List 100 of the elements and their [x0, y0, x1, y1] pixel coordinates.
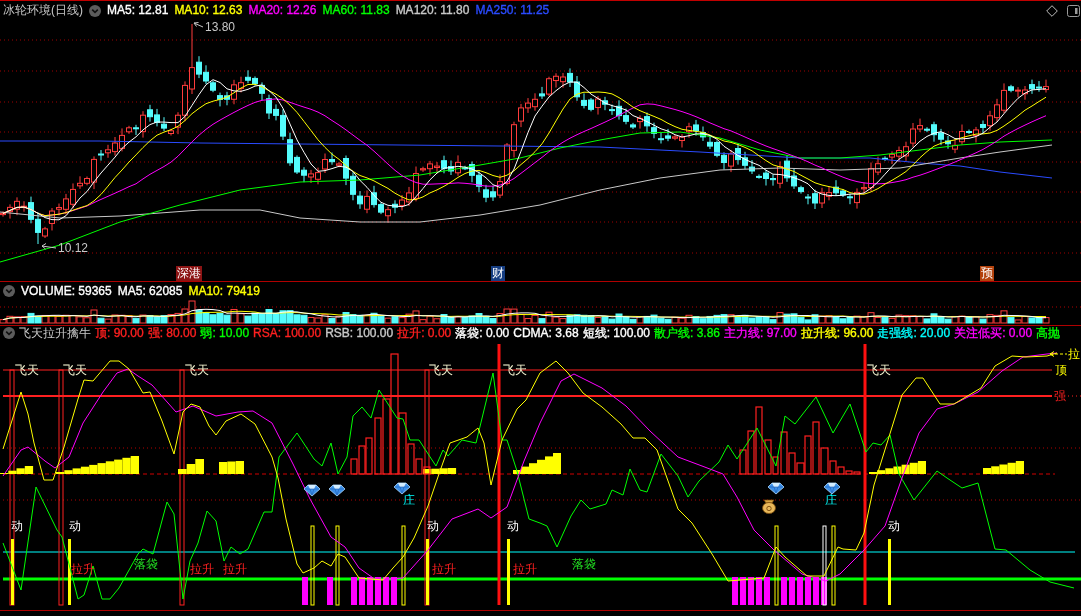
signal-label: 拉升: [190, 562, 214, 576]
accumulation-bar: [327, 577, 333, 605]
signal-label: 动: [427, 519, 439, 533]
signal-label: 飞天: [63, 363, 87, 377]
accumulation-bar: [813, 577, 819, 605]
accumulation-bar: [383, 577, 389, 605]
strength-bar: [1007, 462, 1016, 475]
accumulation-bar: [367, 577, 373, 605]
threshold-line: [1067, 395, 1081, 397]
signal-label: 庄: [825, 493, 837, 507]
gem-icon: [823, 482, 841, 495]
strength-bar: [97, 463, 106, 474]
move-bar: [11, 539, 14, 605]
accumulation-bar: [748, 577, 754, 605]
event-tag: 财: [491, 266, 505, 281]
signal-label: 飞天: [185, 363, 209, 377]
price-label: 10.12: [58, 241, 89, 255]
legend-label: MA5: 12.81: [107, 3, 169, 18]
price-label: 13.80: [205, 20, 236, 34]
legend-label: 落袋: 0.00: [455, 326, 510, 340]
legend-label: 短线: 100.00: [582, 326, 650, 340]
legend-label: VOLUME: 59365: [21, 283, 112, 299]
signal-label: 拉升: [513, 562, 537, 576]
legend-label: 关注低买: 0.00: [954, 326, 1033, 340]
signal-label: 飞天: [15, 363, 39, 377]
label-leader: [1049, 351, 1068, 357]
accumulation-bar: [359, 577, 365, 605]
legend-label: MA5: 62085: [117, 283, 183, 299]
level-label: 顶: [1055, 363, 1067, 377]
strength-bar: [105, 461, 115, 474]
chart-title: 冰轮环境(日线): [3, 3, 83, 18]
legend-label: 强: 80.00: [147, 326, 197, 340]
signal-label: 庄: [403, 493, 415, 507]
diamond-icon[interactable]: [1046, 5, 1058, 17]
legend-label: MA10: 12.63: [174, 3, 243, 18]
accumulation-bar: [740, 577, 746, 605]
signal-label: 拉升: [223, 562, 247, 576]
accumulation-bar: [764, 577, 770, 605]
price-leader: [193, 22, 204, 28]
strength-bar: [999, 464, 1008, 474]
strength-bar: [235, 461, 244, 474]
level-label: 拉: [1068, 347, 1080, 361]
strength-bar: [909, 462, 918, 474]
accumulation-bar: [302, 577, 308, 605]
indicator-title: 飞天拉升擒牛: [19, 326, 91, 340]
strength-bar: [89, 464, 98, 474]
move-bar: [888, 539, 891, 605]
legend-label: MA120: 11.80: [395, 3, 470, 18]
price-leader: [41, 243, 57, 250]
accumulation-bar: [805, 577, 811, 605]
signal-label: 动: [507, 519, 519, 533]
move-bar: [68, 539, 71, 605]
legend-label: 拉升线: 96.00: [800, 326, 874, 340]
signal-label: 落袋: [572, 557, 596, 571]
legend-label: 弱: 10.00: [200, 326, 250, 340]
strength-bar: [227, 461, 236, 474]
event-tag: 预: [980, 266, 994, 281]
strength-bar: [917, 461, 926, 474]
legend-label: 主力线: 97.00: [724, 326, 797, 340]
signal-label: 动: [11, 519, 23, 533]
accumulation-bar: [797, 577, 803, 605]
money-bag-icon: [762, 499, 776, 514]
move-bar: [426, 539, 429, 605]
chevron-circle-icon[interactable]: [89, 4, 101, 17]
signal-label: 动: [69, 519, 81, 533]
panel-icon[interactable]: [1067, 5, 1080, 17]
accumulation-bar: [781, 577, 787, 605]
accumulation-bar: [375, 577, 381, 605]
signal-label: 动: [888, 519, 900, 533]
legend-label: 拉升: 0.00: [397, 326, 452, 340]
accumulation-bar: [391, 577, 397, 605]
legend-label: MA10: 79419: [188, 283, 260, 299]
legend-label: MA20: 12.26: [248, 3, 317, 18]
accumulation-bar: [756, 577, 762, 605]
strength-bar: [1015, 461, 1024, 474]
gem-icon: [393, 482, 411, 495]
strength-bar: [901, 464, 910, 474]
level-label: 强: [1054, 389, 1066, 403]
chevron-circle-icon[interactable]: [3, 285, 15, 297]
strength-bar: [122, 457, 131, 474]
legend-label: 散户线: 3.86: [654, 326, 721, 340]
gem-icon: [303, 484, 321, 497]
strength-bar: [130, 456, 139, 474]
chevron-circle-icon[interactable]: [3, 327, 15, 339]
strength-bar: [114, 459, 123, 474]
strength-bar: [219, 462, 228, 474]
signal-label: 拉升: [432, 562, 456, 576]
legend-label: CDMA: 3.68: [513, 326, 579, 340]
legend-label: 顶: 90.00: [95, 326, 144, 340]
signal-label: 飞天: [429, 363, 453, 377]
accumulation-bar: [789, 577, 795, 605]
legend-label: 高抛: [1036, 326, 1061, 340]
signal-label: 飞天: [503, 363, 527, 377]
legend-label: RSB: 100.00: [325, 326, 394, 340]
legend-label: 走强线: 20.00: [877, 326, 951, 340]
legend-label: MA250: 11.25: [475, 3, 550, 18]
accumulation-bar: [351, 577, 357, 605]
accumulation-bar: [821, 577, 827, 605]
move-bar: [507, 539, 510, 605]
legend-label: MA60: 11.83: [322, 3, 390, 18]
